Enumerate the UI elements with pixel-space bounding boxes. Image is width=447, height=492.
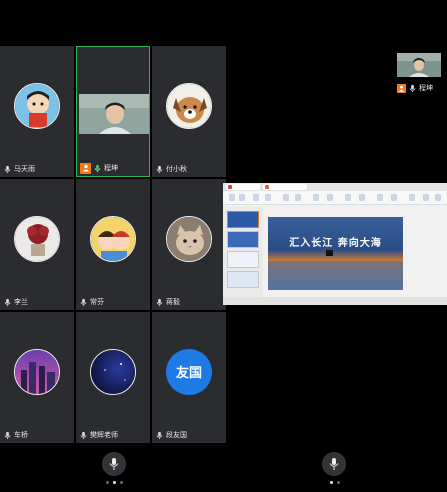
mic-icon (156, 298, 163, 306)
mic-icon (409, 84, 416, 92)
page-dot-current (113, 481, 116, 484)
participant-name: 程坤 (104, 164, 118, 172)
microphone-icon (109, 458, 119, 470)
app-logo-icon (228, 185, 232, 189)
host-badge-icon (397, 83, 406, 93)
page-dot-current (330, 481, 333, 484)
dog-avatar (166, 82, 212, 129)
presentation-ribbon-toolbar (223, 191, 447, 205)
page-dot (120, 481, 123, 484)
participant-nameplate: 段友国 (152, 428, 187, 442)
mic-toggle-button[interactable] (322, 452, 346, 476)
cat-avatar (166, 215, 212, 262)
night-sky-avatar (90, 348, 136, 395)
microphone-icon (329, 458, 339, 470)
file-tab (263, 184, 307, 190)
mic-icon (4, 165, 11, 173)
page-indicator (106, 481, 123, 484)
page-indicator (330, 481, 340, 484)
mic-icon (156, 165, 163, 173)
participant-nameplate: 樊辉老师 (76, 428, 118, 442)
presentation-app-titlebar (223, 183, 447, 191)
slide-thumbnail[interactable] (227, 251, 259, 268)
app-tab (226, 184, 260, 190)
mic-toggle-button[interactable] (102, 452, 126, 476)
cartoon-boy-avatar (14, 82, 60, 129)
current-slide: 汇入长江 奔向大海 (268, 217, 403, 290)
mic-icon (4, 298, 11, 306)
participant-nameplate: 程坤 (77, 161, 118, 175)
self-view-name: 程坤 (419, 84, 433, 92)
participant-tile[interactable]: 付小秋 (152, 46, 226, 177)
participant-nameplate: 马天雨 (0, 162, 35, 176)
participant-name: 车桥 (14, 431, 28, 439)
participant-nameplate: 李兰 (0, 295, 28, 309)
slide-thumbnail[interactable] (227, 271, 259, 288)
slide-thumbnail[interactable] (227, 231, 259, 248)
mic-active-icon (94, 164, 101, 172)
shared-screen[interactable]: 汇入长江 奔向大海 (223, 183, 447, 305)
page-dot (337, 481, 340, 484)
slide-thumbnail[interactable] (227, 211, 259, 228)
page-dot (106, 481, 109, 484)
participant-name: 蒋毅 (166, 298, 180, 306)
presentation-statusbar (223, 297, 447, 305)
participant-tile[interactable]: 常芬 (76, 179, 150, 310)
participant-nameplate: 常芬 (76, 295, 104, 309)
ppt-file-icon (265, 185, 269, 189)
participant-nameplate: 付小秋 (152, 162, 187, 176)
participant-name: 常芬 (90, 298, 104, 306)
participant-name: 李兰 (14, 298, 28, 306)
participant-tile-active-speaker[interactable]: 程坤 (76, 46, 150, 177)
participant-name: 樊辉老师 (90, 431, 118, 439)
participant-tile[interactable]: 蒋毅 (152, 179, 226, 310)
self-view-video[interactable] (397, 53, 441, 77)
participant-nameplate: 车桥 (0, 428, 28, 442)
participant-tile[interactable]: 马天雨 (0, 46, 74, 177)
participant-name: 付小秋 (166, 165, 187, 173)
slide-title: 汇入长江 奔向大海 (289, 238, 382, 249)
host-badge-icon (80, 162, 91, 174)
camera-video (79, 94, 149, 134)
participant-tile[interactable]: 友国 段友国 (152, 312, 226, 443)
self-view-nameplate: 程坤 (397, 82, 433, 94)
mic-icon (80, 431, 87, 439)
participant-tile[interactable]: 李兰 (0, 179, 74, 310)
participant-name: 马天雨 (14, 165, 35, 173)
participant-tile[interactable]: 车桥 (0, 312, 74, 443)
mic-icon (156, 431, 163, 439)
red-flower-avatar (14, 215, 60, 262)
city-night-avatar (14, 348, 60, 395)
participant-name: 段友国 (166, 431, 187, 439)
text-avatar: 友国 (166, 348, 212, 395)
mic-icon (4, 431, 11, 439)
mic-icon (80, 298, 87, 306)
cartoon-kids-avatar (90, 215, 136, 262)
participant-tile[interactable]: 樊辉老师 (76, 312, 150, 443)
participant-nameplate: 蒋毅 (152, 295, 180, 309)
video-grid: 马天雨 程坤 付小秋 李兰 常芬 蒋毅 车桥 樊辉老师 友国 段友国 (0, 46, 226, 445)
slide-thumbnail-panel (223, 207, 263, 297)
